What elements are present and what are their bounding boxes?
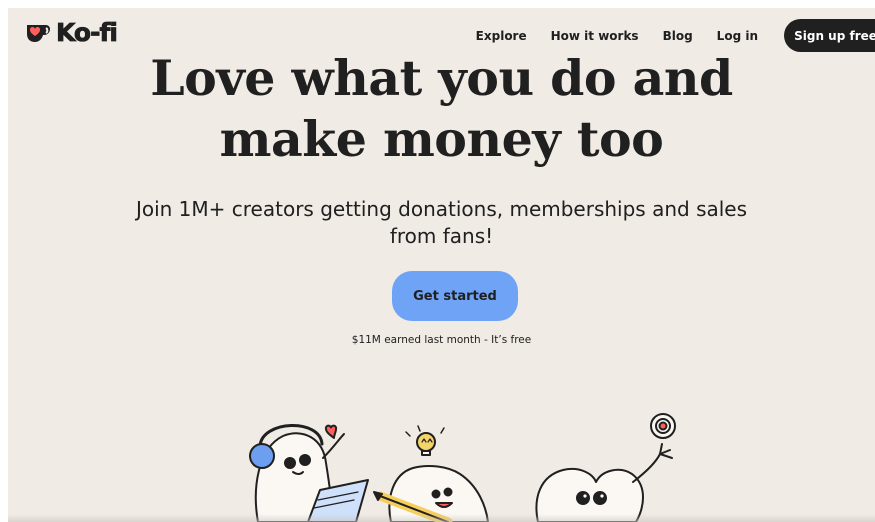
page: Ko-fi Explore How it works Blog Log in S… bbox=[8, 8, 875, 522]
headline-line-2: make money too bbox=[219, 110, 664, 168]
hero-headline: Love what you do and make money too bbox=[8, 48, 875, 170]
nav-blog[interactable]: Blog bbox=[663, 29, 693, 43]
subhead-line-1: Join 1M+ creators getting donations, mem… bbox=[135, 197, 748, 221]
bottom-fade bbox=[8, 514, 875, 522]
headline-line-1: Love what you do and bbox=[150, 49, 733, 107]
get-started-button[interactable]: Get started bbox=[392, 271, 518, 321]
kofi-logo[interactable]: Ko-fi bbox=[24, 18, 119, 48]
earnings-stat: $11M earned last month - It’s free bbox=[351, 334, 532, 346]
hero-subhead: Join 1M+ creators getting donations, mem… bbox=[8, 196, 875, 250]
nav-explore[interactable]: Explore bbox=[476, 29, 527, 43]
subhead-line-2: from fans! bbox=[389, 224, 494, 248]
coffee-cup-icon bbox=[27, 24, 50, 42]
nav-how-it-works[interactable]: How it works bbox=[551, 29, 639, 43]
nav-log-in[interactable]: Log in bbox=[717, 29, 758, 43]
logo-wordmark: Ko-fi bbox=[56, 18, 119, 48]
creators-illustration bbox=[249, 413, 676, 522]
